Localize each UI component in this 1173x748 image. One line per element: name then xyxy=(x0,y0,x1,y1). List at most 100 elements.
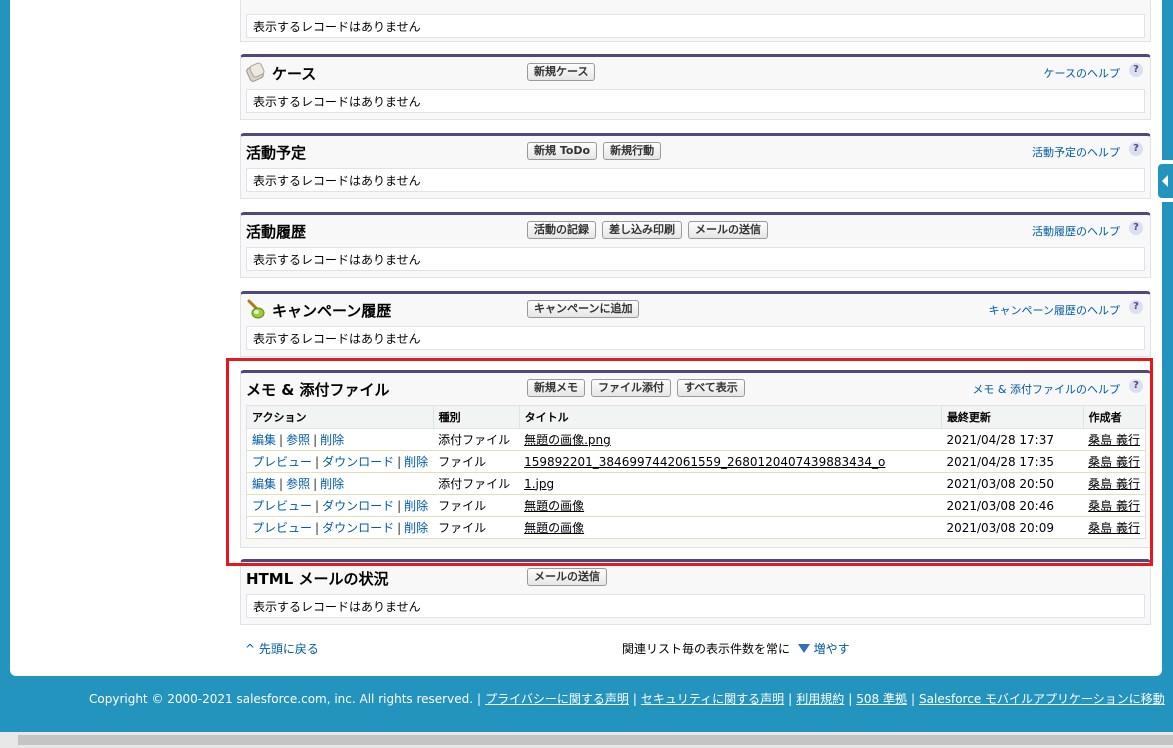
download-link[interactable]: ダウンロード xyxy=(322,521,394,535)
preview-link[interactable]: プレビュー xyxy=(252,455,312,469)
delete-link[interactable]: 削除 xyxy=(404,521,428,535)
notes-attachments-help-link[interactable]: メモ & 添付ファイルのヘルプ xyxy=(972,381,1120,397)
help-icon[interactable]: ? xyxy=(1129,63,1143,77)
footer-508-link[interactable]: 508 準拠 xyxy=(856,692,907,706)
empty-message: 表示するレコードはありません xyxy=(246,326,1145,350)
help-icon[interactable]: ? xyxy=(1129,300,1143,314)
attachments-table: アクション 種別 タイトル 最終更新 作成者 編集 | 参照 | 削除 添付ファイル 無… xyxy=(246,405,1147,539)
related-list-notes-attachments: メモ & 添付ファイル 新規メモ ファイル添付 すべて表示 メモ & 添付ファイ… xyxy=(240,370,1151,548)
chevron-left-icon xyxy=(1162,175,1168,187)
sidebar-toggle[interactable] xyxy=(1155,160,1173,202)
row-title-link[interactable]: 無題の画像 xyxy=(524,499,584,513)
activity-history-help-link[interactable]: 活動履歴のヘルプ xyxy=(1032,223,1120,239)
case-icon xyxy=(246,62,265,82)
row-actions: 編集 | 参照 | 削除 xyxy=(246,472,434,495)
empty-message: 表示するレコードはありません xyxy=(246,14,1145,38)
row-actions: プレビュー | ダウンロード | 削除 xyxy=(246,516,434,539)
more-rows-link[interactable]: 増やす xyxy=(814,642,850,656)
row-actions: 編集 | 参照 | 削除 xyxy=(246,428,434,451)
table-row: 編集 | 参照 | 削除 添付ファイル 1.jpg 2021/03/08 20:50 桑… xyxy=(246,472,1146,495)
empty-message: 表示するレコードはありません xyxy=(246,594,1145,618)
view-all-button[interactable]: すべて表示 xyxy=(677,379,745,397)
horizontal-scrollbar[interactable] xyxy=(0,732,1173,748)
send-email-button[interactable]: メールの送信 xyxy=(527,568,607,586)
column-header-title: タイトル xyxy=(518,405,942,429)
row-modified: 2021/04/28 17:35 xyxy=(941,450,1084,473)
mail-merge-button[interactable]: 差し込み印刷 xyxy=(602,221,682,239)
row-type: ファイル xyxy=(433,494,520,517)
related-list-html-email: HTML メールの状況 メールの送信 表示するレコードはありません xyxy=(240,559,1151,625)
empty-message: 表示するレコードはありません xyxy=(246,89,1145,113)
row-owner-link[interactable]: 桑島 義行 xyxy=(1088,455,1140,469)
triangle-down-icon xyxy=(797,644,810,653)
column-header-modified: 最終更新 xyxy=(940,405,1084,429)
scrollbar-thumb[interactable] xyxy=(18,735,1173,745)
new-todo-button[interactable]: 新規 ToDo xyxy=(527,142,598,160)
download-link[interactable]: ダウンロード xyxy=(322,499,394,513)
row-title-link[interactable]: 無題の画像.png xyxy=(524,433,611,447)
section-title: キャンペーン履歴 xyxy=(272,302,392,320)
section-title: HTML メールの状況 xyxy=(246,570,389,588)
row-title-link[interactable]: 1.jpg xyxy=(524,477,554,491)
related-list-open-activities: 活動予定 新規 ToDo 新規行動 活動予定のヘルプ ? 表示するレコードはあり… xyxy=(240,133,1151,199)
preview-link[interactable]: プレビュー xyxy=(252,499,312,513)
new-case-button[interactable]: 新規ケース xyxy=(527,63,596,81)
add-to-campaign-button[interactable]: キャンペーンに追加 xyxy=(527,300,640,318)
send-email-button[interactable]: メールの送信 xyxy=(688,221,768,239)
case-help-link[interactable]: ケースのヘルプ xyxy=(1044,65,1120,81)
table-row: 編集 | 参照 | 削除 添付ファイル 無題の画像.png 2021/04/28 17:… xyxy=(246,428,1146,451)
view-link[interactable]: 参照 xyxy=(286,477,310,491)
delete-link[interactable]: 削除 xyxy=(320,477,344,491)
more-rows-text: 関連リスト毎の表示件数を常に xyxy=(622,642,791,656)
related-list-top-partial: 表示するレコードはありません xyxy=(240,0,1151,42)
row-title-link[interactable]: 159892201_3846997442061559_2680120407439… xyxy=(524,455,885,469)
delete-link[interactable]: 削除 xyxy=(404,455,428,469)
sidebar-toggle-handle xyxy=(1158,164,1173,198)
help-icon[interactable]: ? xyxy=(1129,379,1143,393)
download-link[interactable]: ダウンロード xyxy=(322,455,394,469)
new-event-button[interactable]: 新規行動 xyxy=(603,142,662,160)
help-icon[interactable]: ? xyxy=(1129,142,1143,156)
row-title-link[interactable]: 無題の画像 xyxy=(524,521,584,535)
row-owner-link[interactable]: 桑島 義行 xyxy=(1088,433,1140,447)
row-owner-link[interactable]: 桑島 義行 xyxy=(1088,477,1140,491)
campaign-history-help-link[interactable]: キャンペーン履歴のヘルプ xyxy=(989,302,1120,318)
open-activities-help-link[interactable]: 活動予定のヘルプ xyxy=(1032,144,1120,160)
footer: Copyright © 2000-2021 salesforce.com, in… xyxy=(89,692,1165,706)
row-type: ファイル xyxy=(433,450,520,473)
help-icon[interactable]: ? xyxy=(1129,221,1143,235)
section-title: 活動予定 xyxy=(246,144,307,162)
section-title: 活動履歴 xyxy=(246,223,307,241)
footer-mobile-link[interactable]: Salesforce モバイルアプリケーションに移動 xyxy=(919,692,1165,706)
row-type: 添付ファイル xyxy=(433,472,520,495)
section-title: メモ & 添付ファイル xyxy=(246,381,390,399)
empty-message: 表示するレコードはありません xyxy=(246,247,1145,271)
row-modified: 2021/03/08 20:46 xyxy=(941,494,1084,517)
preview-link[interactable]: プレビュー xyxy=(252,521,312,535)
table-row: プレビュー | ダウンロード | 削除 ファイル 無題の画像 2021/03/08 20… xyxy=(246,516,1146,539)
row-modified: 2021/04/28 17:37 xyxy=(941,428,1084,451)
row-owner-link[interactable]: 桑島 義行 xyxy=(1088,521,1140,535)
row-type: 添付ファイル xyxy=(433,428,520,451)
delete-link[interactable]: 削除 xyxy=(320,433,344,447)
back-to-top-link[interactable]: ^ 先頭に戻る xyxy=(245,640,319,657)
attach-file-button[interactable]: ファイル添付 xyxy=(591,379,671,397)
new-note-button[interactable]: 新規メモ xyxy=(527,379,585,397)
row-actions: プレビュー | ダウンロード | 削除 xyxy=(246,494,434,517)
footer-security-link[interactable]: セキュリティに関する声明 xyxy=(641,692,784,706)
related-list-activity-history: 活動履歴 活動の記録 差し込み印刷 メールの送信 活動履歴のヘルプ ? 表示する… xyxy=(240,212,1151,278)
edit-link[interactable]: 編集 xyxy=(252,477,276,491)
edit-link[interactable]: 編集 xyxy=(252,433,276,447)
view-link[interactable]: 参照 xyxy=(286,433,310,447)
table-row: プレビュー | ダウンロード | 削除 ファイル 無題の画像 2021/03/08 20… xyxy=(246,494,1146,517)
footer-privacy-link[interactable]: プライバシーに関する声明 xyxy=(485,692,629,706)
row-modified: 2021/03/08 20:09 xyxy=(941,516,1084,539)
copyright-text: Copyright © 2000-2021 salesforce.com, in… xyxy=(89,692,474,706)
log-activity-button[interactable]: 活動の記録 xyxy=(527,221,596,239)
delete-link[interactable]: 削除 xyxy=(404,499,428,513)
row-owner-link[interactable]: 桑島 義行 xyxy=(1088,499,1140,513)
empty-message: 表示するレコードはありません xyxy=(246,168,1145,192)
row-actions: プレビュー | ダウンロード | 削除 xyxy=(246,450,434,473)
section-title: ケース xyxy=(272,65,317,83)
footer-terms-link[interactable]: 利用規約 xyxy=(796,692,844,706)
